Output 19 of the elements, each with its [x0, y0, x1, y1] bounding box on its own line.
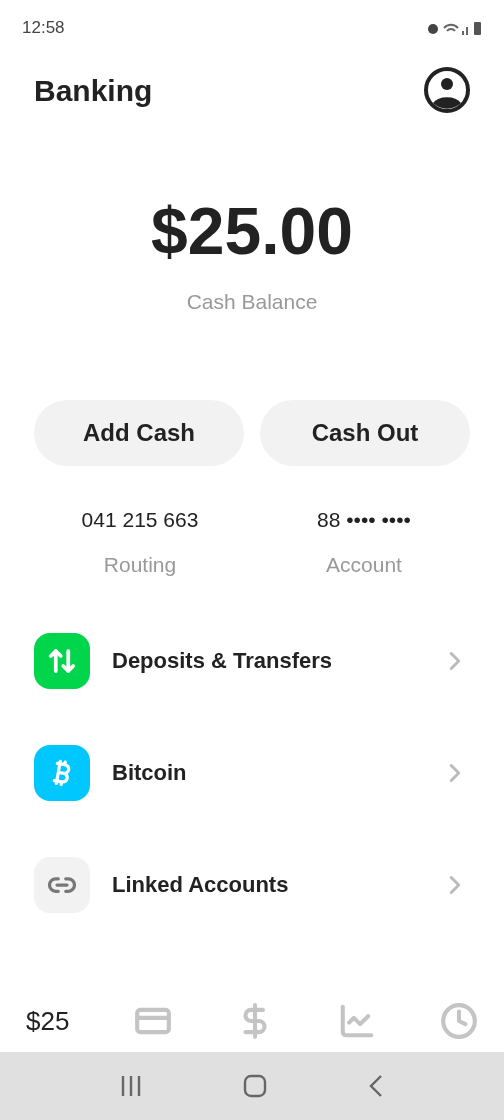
balance-tab[interactable]: $25 — [26, 1001, 70, 1041]
menu-item-label[interactable]: Bitcoin — [112, 756, 440, 789]
action-button[interactable]: Add Cash — [34, 399, 244, 466]
profile-icon[interactable] — [424, 67, 470, 113]
account-number: 88 •••• •••• — [317, 506, 411, 533]
back-icon[interactable] — [367, 1074, 384, 1098]
menu-item-label[interactable]: Deposits & Transfers — [112, 644, 440, 677]
account-number-label: Account — [326, 552, 402, 578]
account-number-label: Routing — [103, 552, 177, 578]
balance-amount: $25.00 — [151, 198, 353, 264]
account-number: 041 215 663 — [81, 506, 199, 533]
balance-label: Cash Balance — [186, 289, 318, 315]
menu-item-label[interactable]: Linked Accounts — [112, 868, 440, 901]
action-button[interactable]: Cash Out — [260, 399, 470, 466]
status-time: 12:58 — [22, 17, 65, 40]
home-icon[interactable] — [243, 1074, 267, 1098]
recent-apps-icon[interactable] — [120, 1074, 143, 1098]
status-icons — [426, 20, 482, 36]
page-title: Banking — [34, 72, 153, 109]
